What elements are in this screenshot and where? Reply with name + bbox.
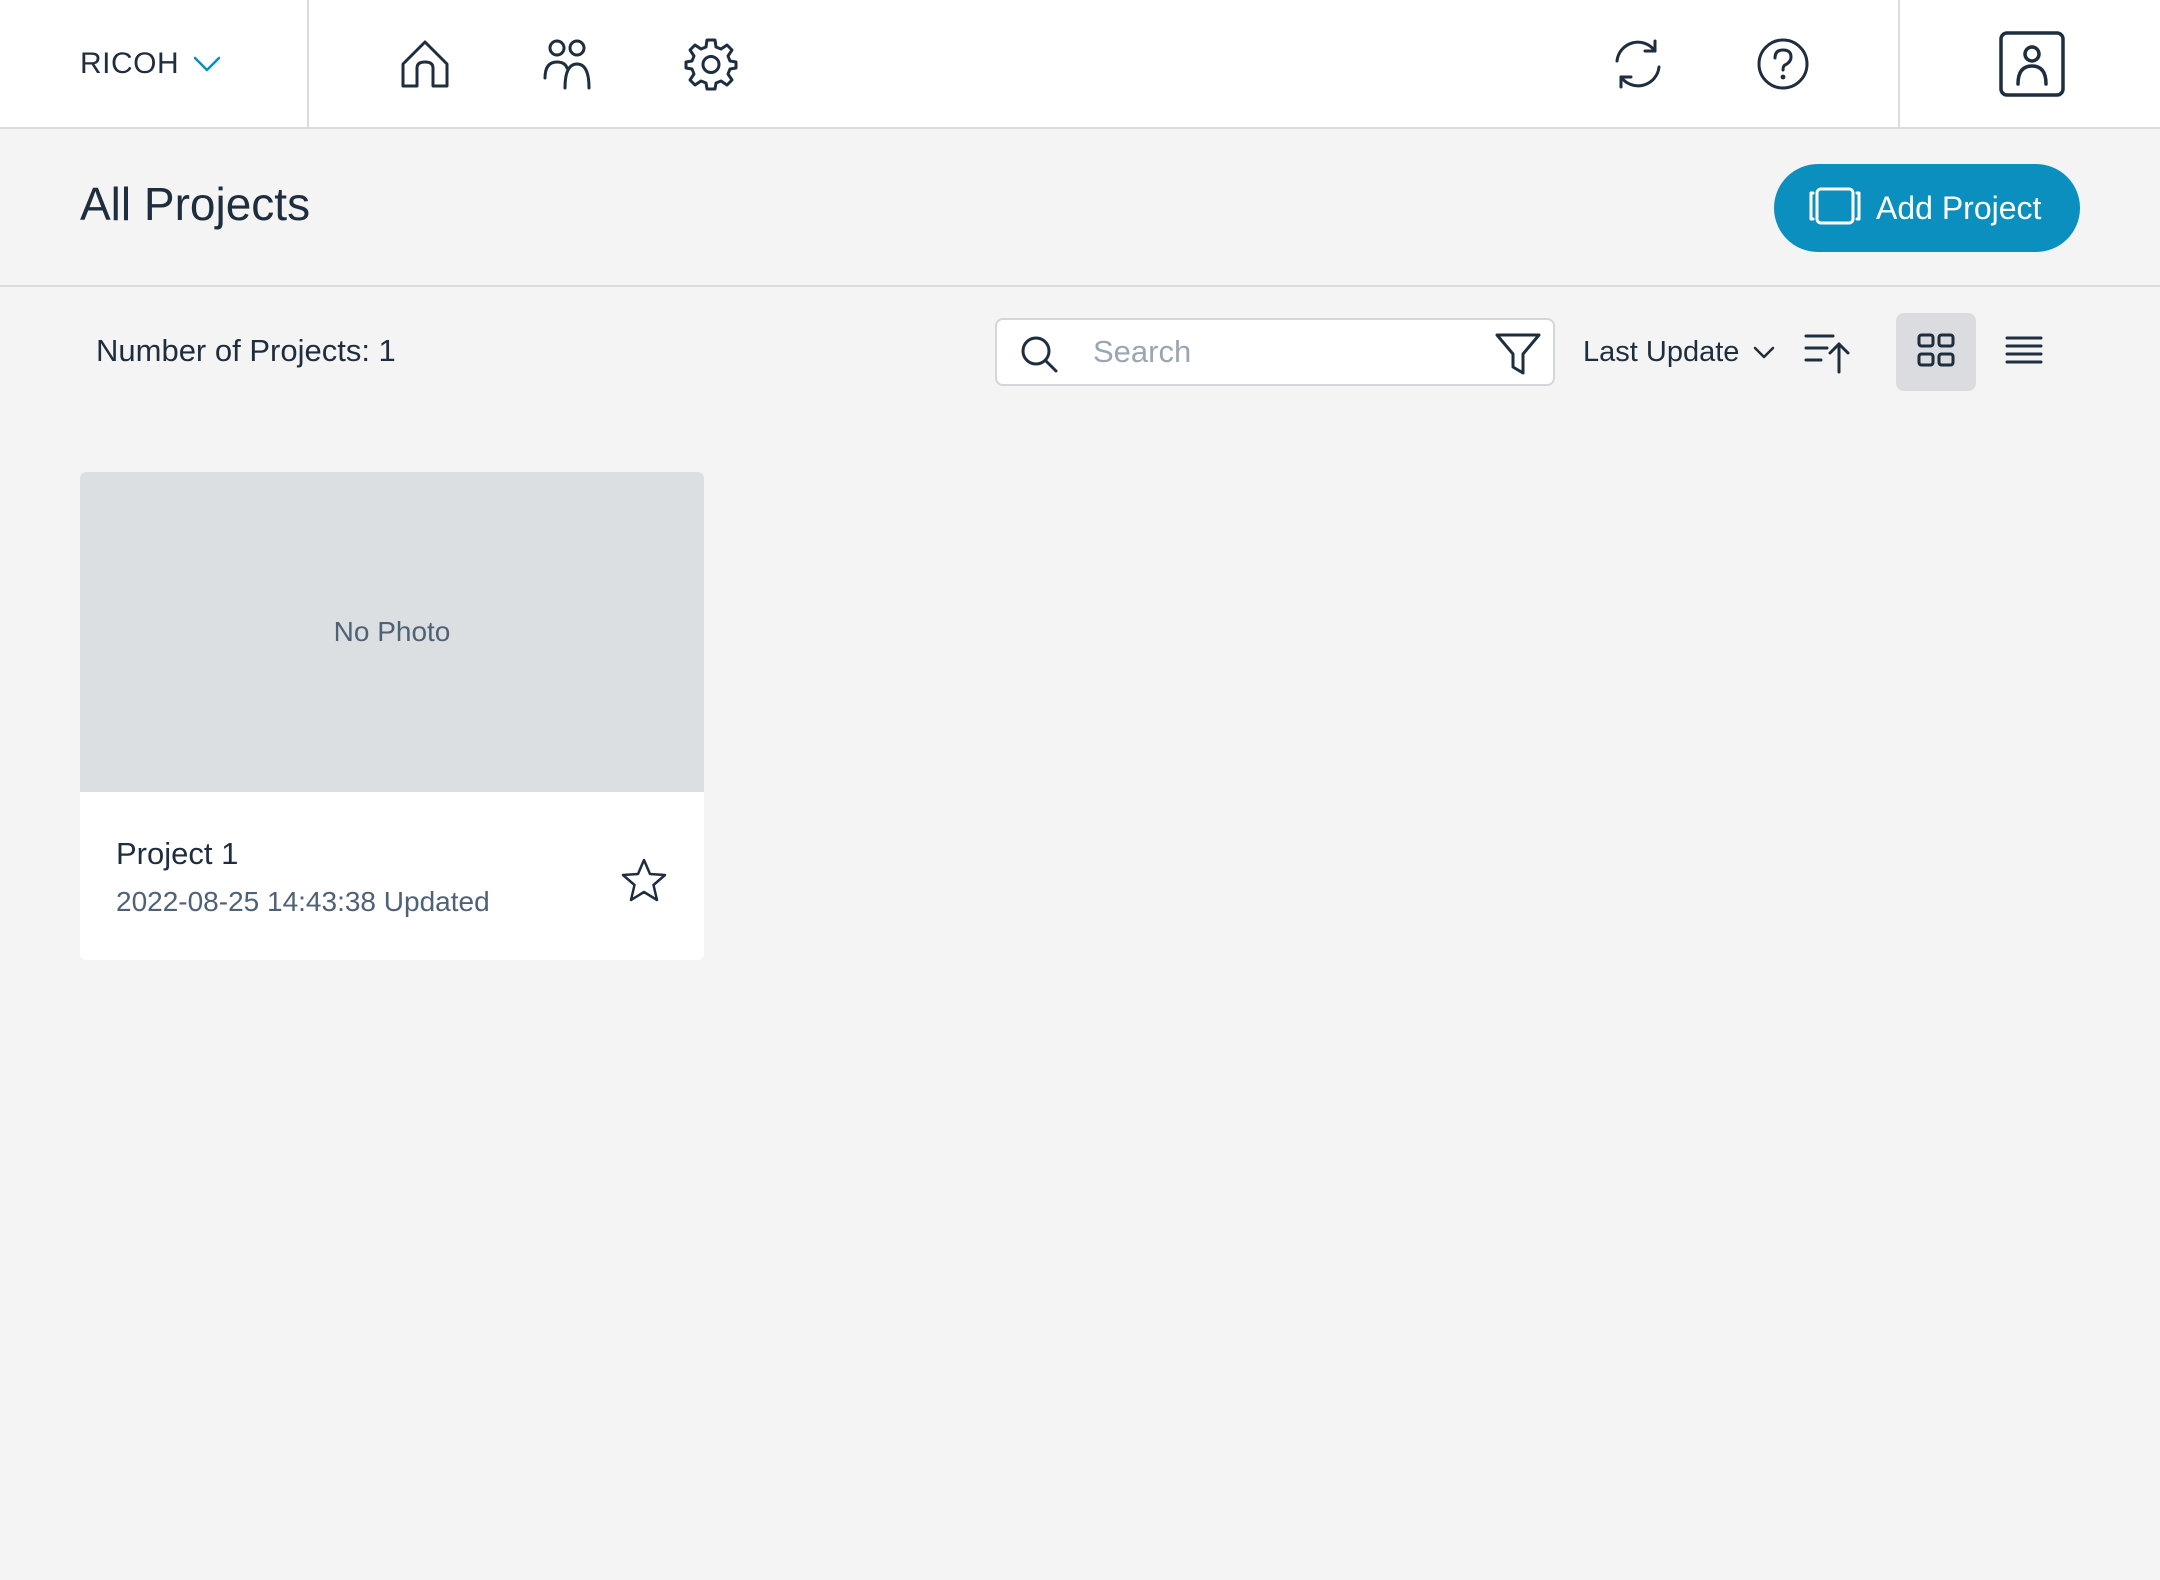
page-title: All Projects <box>80 178 311 230</box>
sort-select[interactable]: Last Update <box>1583 330 1775 374</box>
account-icon[interactable] <box>1998 30 2066 98</box>
org-name: RICOH <box>80 46 180 80</box>
sort-direction-icon[interactable] <box>1803 330 1851 374</box>
chevron-down-icon <box>193 55 221 73</box>
chevron-down-icon <box>1753 345 1775 359</box>
list-view-button[interactable] <box>1998 313 2050 391</box>
gear-icon[interactable] <box>681 34 741 94</box>
search-input[interactable] <box>1093 328 1473 376</box>
search-box <box>995 318 1555 386</box>
sort-label: Last Update <box>1583 335 1740 368</box>
sync-icon[interactable] <box>1608 34 1668 94</box>
project-updated: 2022-08-25 14:43:38 Updated <box>116 886 490 917</box>
star-icon[interactable] <box>614 850 674 910</box>
project-count: Number of Projects: 1 <box>96 333 396 368</box>
list-icon <box>2005 335 2043 370</box>
page-header: All Projects Add Project <box>0 129 2160 287</box>
grid-icon <box>1917 333 1955 372</box>
project-thumbnail: No Photo <box>80 472 704 792</box>
help-icon[interactable] <box>1753 34 1813 94</box>
grid-view-button[interactable] <box>1896 313 1976 391</box>
project-card[interactable]: No Photo Project 1 2022-08-25 14:43:38 U… <box>80 472 704 960</box>
project-icon <box>1808 186 1862 231</box>
org-switcher[interactable]: RICOH <box>0 0 309 127</box>
account-section <box>1898 0 2160 127</box>
add-project-button[interactable]: Add Project <box>1774 164 2080 252</box>
search-icon <box>1019 334 1059 374</box>
home-icon[interactable] <box>395 34 455 94</box>
users-icon[interactable] <box>539 34 599 94</box>
filter-icon[interactable] <box>1495 332 1541 376</box>
project-name: Project 1 <box>116 836 239 871</box>
top-bar: RICOH <box>0 0 2160 129</box>
no-photo-label: No Photo <box>333 616 451 647</box>
add-project-label: Add Project <box>1876 189 2042 226</box>
